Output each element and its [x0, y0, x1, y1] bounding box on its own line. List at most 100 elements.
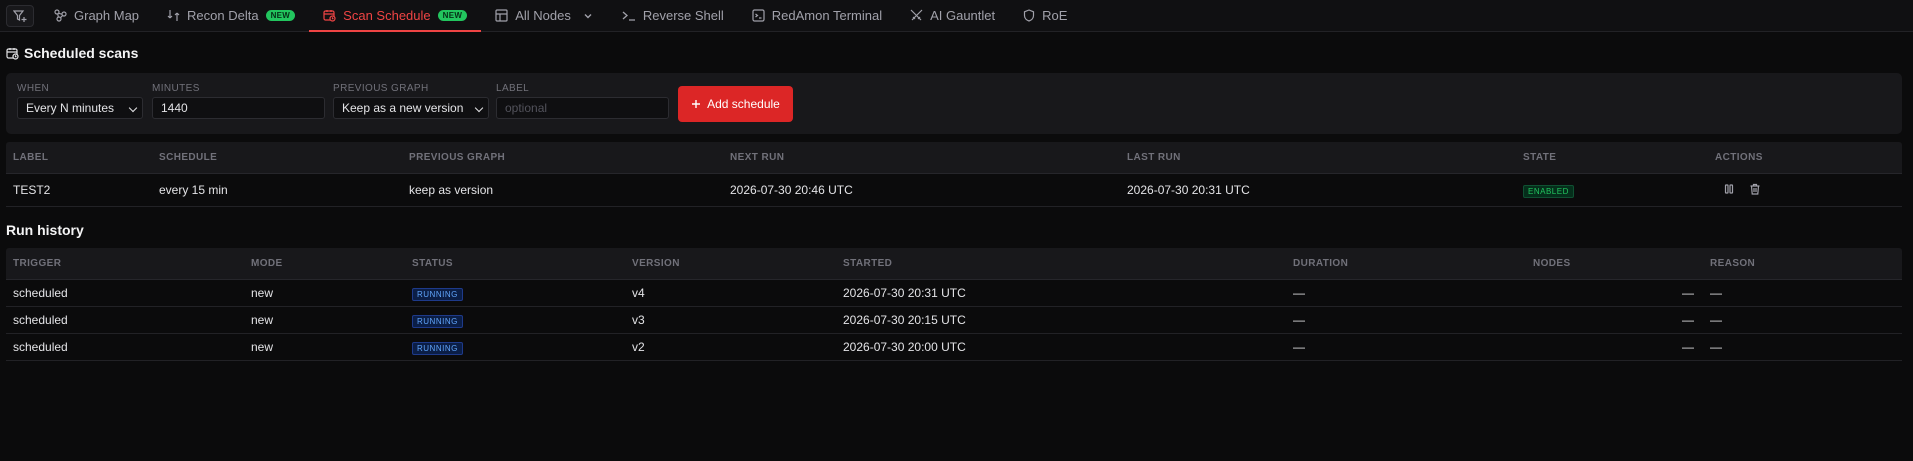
table-row: scheduled new RUNNING v3 2026-07-30 20:1… [6, 307, 1902, 334]
schedule-next-run: 2026-07-30 20:46 UTC [730, 183, 853, 197]
add-schedule-label: Add schedule [707, 97, 780, 111]
tab-all-nodes[interactable]: All Nodes [481, 0, 608, 31]
column-header: STATUS [412, 258, 453, 269]
table-header: TRIGGER MODE STATUS VERSION STARTED DURA… [6, 248, 1902, 280]
column-header: VERSION [632, 258, 680, 269]
tab-label: Graph Map [74, 8, 140, 23]
column-header: SCHEDULE [159, 152, 218, 163]
label-input[interactable]: optional [496, 97, 669, 119]
run-nodes: — [1682, 313, 1694, 327]
run-started: 2026-07-30 20:31 UTC [843, 286, 966, 300]
run-trigger: scheduled [13, 313, 68, 327]
tab-redamon-terminal[interactable]: RedAmon Terminal [738, 0, 896, 31]
tab-label: AI Gauntlet [930, 8, 996, 23]
recon-delta-icon [167, 10, 180, 21]
section-title: Scheduled scans [24, 45, 139, 61]
when-select[interactable]: Every N minutes [17, 97, 143, 119]
tab-label: RedAmon Terminal [771, 8, 883, 23]
column-header: LAST RUN [1127, 152, 1181, 163]
filter-plus-icon [13, 10, 27, 22]
trash-icon [1750, 183, 1760, 195]
tab-label: Reverse Shell [642, 8, 724, 23]
status-badge: ENABLED [1523, 185, 1574, 198]
tab-bar: Graph Map Recon Delta NEW Scan Schedule … [0, 0, 1913, 32]
run-trigger: scheduled [13, 340, 68, 354]
status-badge: RUNNING [412, 288, 463, 301]
label-field: LABEL optional [496, 83, 669, 119]
run-nodes: — [1682, 286, 1694, 300]
run-trigger: scheduled [13, 286, 68, 300]
schedule-last-run: 2026-07-30 20:31 UTC [1127, 183, 1250, 197]
run-mode: new [251, 286, 274, 300]
run-status: RUNNING [412, 313, 463, 328]
run-duration: — [1293, 340, 1305, 354]
table-row: scheduled new RUNNING v4 2026-07-30 20:3… [6, 280, 1902, 307]
status-badge: RUNNING [412, 315, 463, 328]
calendar-clock-icon [6, 47, 19, 60]
previous-graph-label: PREVIOUS GRAPH [333, 83, 429, 94]
run-duration: — [1293, 286, 1305, 300]
tab-ai-gauntlet[interactable]: AI Gauntlet [896, 0, 1009, 31]
run-started: 2026-07-30 20:00 UTC [843, 340, 966, 354]
tab-graph-map[interactable]: Graph Map [40, 0, 153, 31]
minutes-label: MINUTES [152, 83, 200, 94]
tab-label: Recon Delta [187, 8, 259, 23]
run-version: v3 [632, 313, 645, 327]
previous-graph-select[interactable]: Keep as a new version [333, 97, 489, 119]
tab-reverse-shell[interactable]: Reverse Shell [608, 0, 738, 31]
terminal-window-icon [752, 9, 765, 22]
schedule-interval: every 15 min [159, 183, 228, 197]
table-row: scheduled new RUNNING v2 2026-07-30 20:0… [6, 334, 1902, 361]
chevron-down-icon [584, 13, 592, 18]
add-schedule-button[interactable]: Add schedule [678, 86, 793, 122]
run-mode: new [251, 313, 274, 327]
plus-icon [692, 100, 701, 108]
column-header: NODES [1533, 258, 1571, 269]
tab-recon-delta[interactable]: Recon Delta NEW [153, 0, 309, 31]
run-reason: — [1710, 313, 1722, 327]
tab-label: RoE [1042, 8, 1068, 23]
column-header: NEXT RUN [730, 152, 785, 163]
section-title: Run history [6, 222, 84, 238]
previous-graph-field: PREVIOUS GRAPH Keep as a new version [333, 83, 489, 119]
run-status: RUNNING [412, 286, 463, 301]
column-header: DURATION [1293, 258, 1349, 269]
delete-button[interactable] [1749, 183, 1761, 195]
pause-button[interactable] [1723, 183, 1735, 195]
crossed-swords-icon [910, 9, 923, 21]
add-schedule-form: WHEN Every N minutes MINUTES 1440 PREVIO… [6, 73, 1902, 134]
schedule-state: ENABLED [1523, 183, 1574, 198]
table-icon [495, 9, 508, 22]
column-header: MODE [251, 258, 283, 269]
label-label: LABEL [496, 83, 530, 94]
table-row: TEST2 every 15 min keep as version 2026-… [6, 174, 1902, 207]
table-header: LABEL SCHEDULE PREVIOUS GRAPH NEXT RUN L… [6, 142, 1902, 174]
graph-map-icon [54, 9, 67, 22]
run-reason: — [1710, 340, 1722, 354]
column-header: REASON [1710, 258, 1756, 269]
tab-roe[interactable]: RoE [1009, 0, 1081, 31]
column-header: STATE [1523, 152, 1557, 163]
run-version: v4 [632, 286, 645, 300]
run-reason: — [1710, 286, 1722, 300]
column-header: STARTED [843, 258, 893, 269]
run-history-heading: Run history [6, 222, 84, 238]
new-badge: NEW [437, 10, 468, 21]
schedule-label: TEST2 [13, 183, 51, 197]
run-version: v2 [632, 340, 645, 354]
when-label: WHEN [17, 83, 50, 94]
tab-scan-schedule[interactable]: Scan Schedule NEW [309, 0, 482, 32]
tab-label: All Nodes [515, 8, 571, 23]
filter-add-button[interactable] [6, 5, 34, 27]
new-badge: NEW [265, 10, 296, 21]
shield-icon [1024, 9, 1035, 22]
pause-icon [1724, 184, 1734, 194]
schedule-previous-graph: keep as version [409, 183, 494, 197]
column-header: LABEL [13, 152, 49, 163]
column-header: PREVIOUS GRAPH [409, 152, 506, 163]
minutes-input[interactable]: 1440 [152, 97, 325, 119]
run-nodes: — [1682, 340, 1694, 354]
run-status: RUNNING [412, 340, 463, 355]
run-history-table: TRIGGER MODE STATUS VERSION STARTED DURA… [6, 248, 1902, 361]
terminal-prompt-icon [622, 11, 635, 21]
